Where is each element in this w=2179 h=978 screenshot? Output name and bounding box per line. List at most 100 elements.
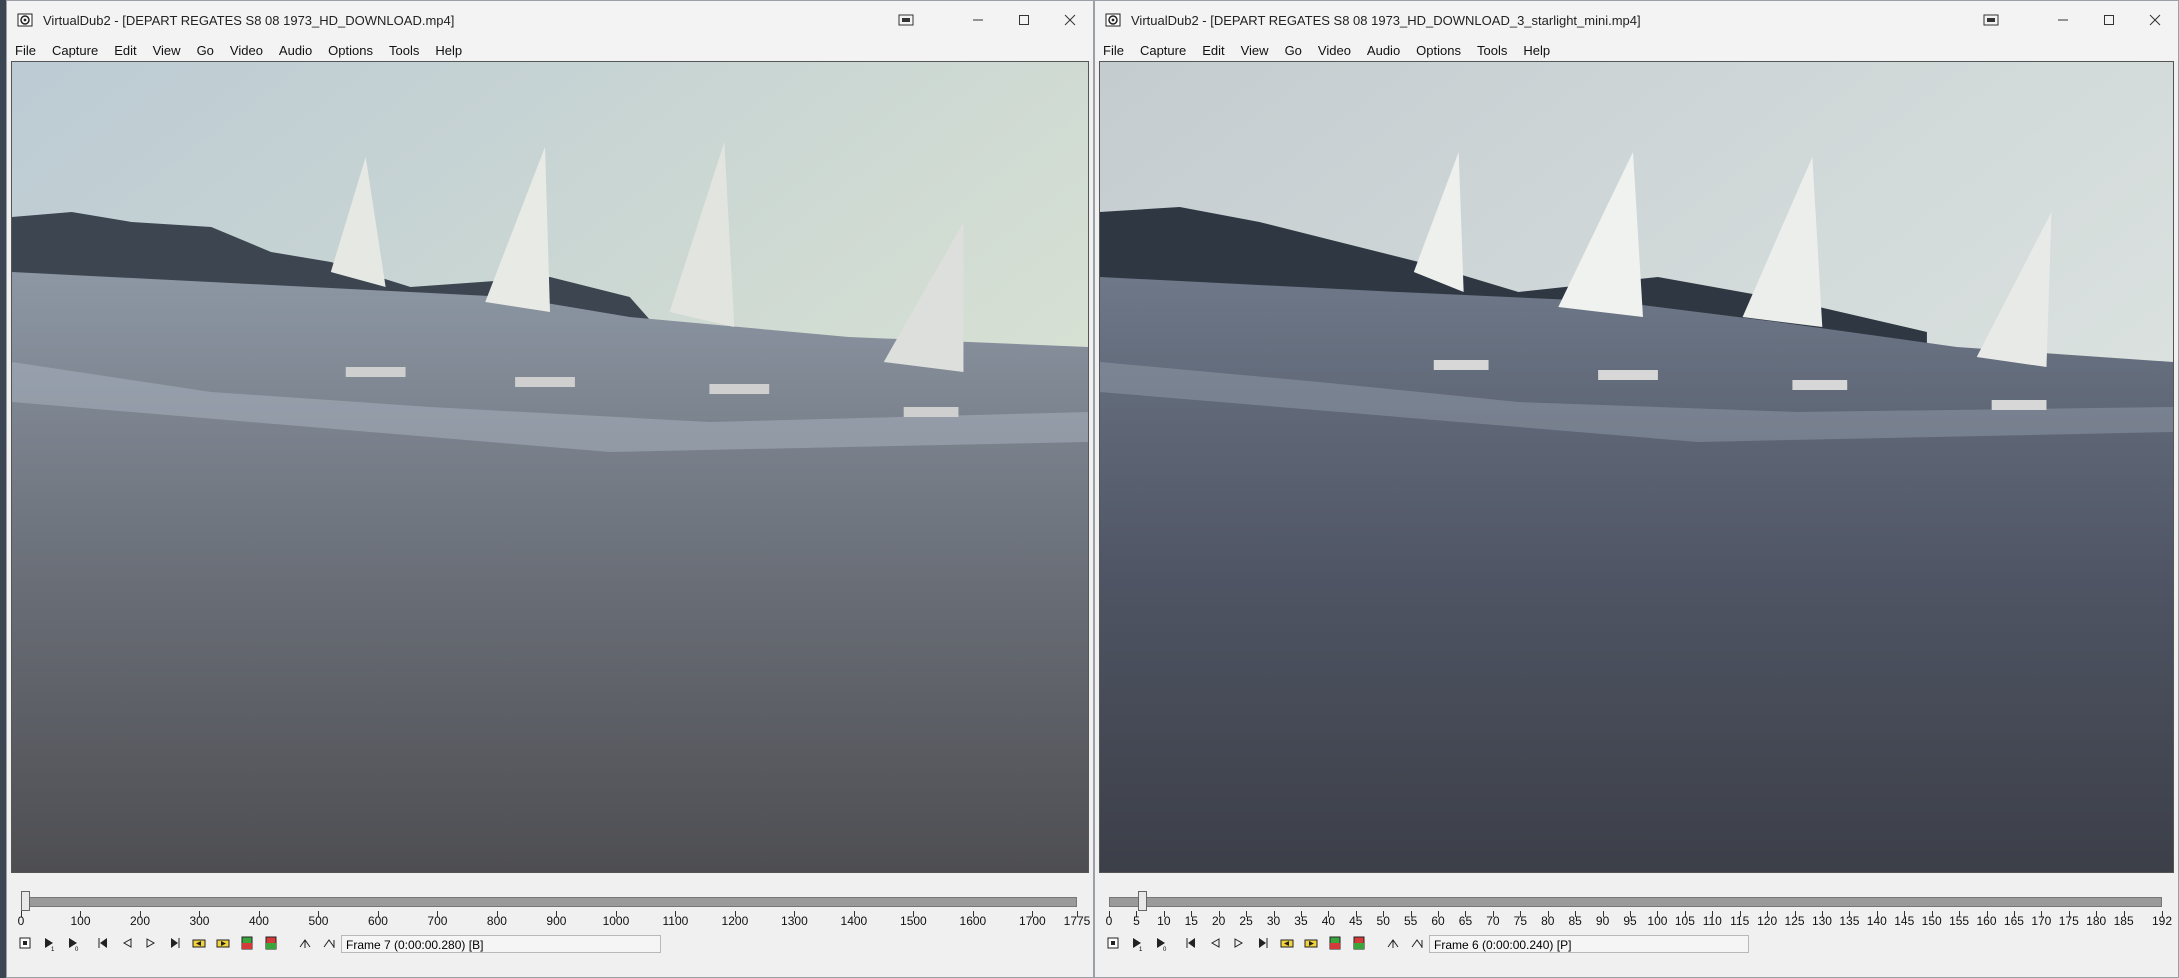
virtualdub-window-original[interactable]: VirtualDub2 - [DEPART REGATES S8 08 1973… bbox=[6, 0, 1094, 978]
close-icon[interactable] bbox=[2132, 1, 2178, 39]
menu-capture[interactable]: Capture bbox=[1132, 43, 1194, 58]
mark-out-icon[interactable] bbox=[1407, 933, 1427, 953]
close-icon[interactable] bbox=[1047, 1, 1093, 39]
timeline-tick-label: 400 bbox=[248, 914, 269, 928]
prev-key-icon[interactable] bbox=[1277, 933, 1297, 953]
menu-video[interactable]: Video bbox=[222, 43, 271, 58]
app-icon[interactable] bbox=[17, 12, 33, 28]
video-frame-image bbox=[12, 62, 1088, 872]
maximize-icon[interactable] bbox=[1001, 1, 1047, 39]
scene-back-icon[interactable] bbox=[1325, 933, 1345, 953]
svg-text:1: 1 bbox=[1139, 947, 1143, 952]
timeline-tick-label: 1300 bbox=[781, 914, 808, 928]
timeline-tick-label: 300 bbox=[189, 914, 210, 928]
menu-view[interactable]: View bbox=[145, 43, 189, 58]
timeline-tick-label: 95 bbox=[1623, 914, 1637, 928]
timeline-tick-label: 1400 bbox=[840, 914, 868, 928]
minimize-icon[interactable] bbox=[955, 1, 1001, 39]
timeline-tick-label: 160 bbox=[1976, 914, 1997, 928]
transport-toolbar: Frame 7 (0:00:00.280) [B] 1 0 bbox=[7, 931, 1093, 955]
trackbar-thumb[interactable] bbox=[21, 891, 31, 911]
start-icon[interactable] bbox=[93, 933, 113, 953]
timeline-tick-label: 800 bbox=[486, 914, 507, 928]
video-frame-image bbox=[1100, 62, 2173, 872]
play-output-icon[interactable]: 0 bbox=[63, 933, 83, 953]
menu-file[interactable]: File bbox=[1095, 43, 1132, 58]
minimize-icon[interactable] bbox=[2040, 1, 2086, 39]
menu-help[interactable]: Help bbox=[1515, 43, 1558, 58]
next-frame-icon[interactable] bbox=[1229, 933, 1249, 953]
scene-back-icon[interactable] bbox=[237, 933, 257, 953]
frame-status: Frame 6 (0:00:00.240) [P] bbox=[1429, 935, 1749, 953]
trackbar-thumb[interactable] bbox=[1137, 891, 1147, 911]
scene-fwd-icon[interactable] bbox=[261, 933, 281, 953]
menu-go[interactable]: Go bbox=[189, 43, 222, 58]
menu-file[interactable]: File bbox=[7, 43, 44, 58]
prev-frame-icon[interactable] bbox=[1205, 933, 1225, 953]
position-trackbar[interactable] bbox=[21, 897, 1077, 907]
virtualdub-window-processed[interactable]: VirtualDub2 - [DEPART REGATES S8 08 1973… bbox=[1094, 0, 2179, 978]
menu-edit[interactable]: Edit bbox=[1194, 43, 1232, 58]
timeline-tick-label: 45 bbox=[1349, 914, 1363, 928]
timeline-tick-label: 105 bbox=[1674, 914, 1695, 928]
menu-bar: File Capture Edit View Go Video Audio Op… bbox=[7, 39, 1093, 61]
menu-tools[interactable]: Tools bbox=[381, 43, 427, 58]
timeline-tick-label: 1200 bbox=[721, 914, 749, 928]
next-frame-icon[interactable] bbox=[141, 933, 161, 953]
menu-view[interactable]: View bbox=[1233, 43, 1277, 58]
timeline-tick-label: 0 bbox=[1105, 914, 1113, 928]
maximize-icon[interactable] bbox=[2086, 1, 2132, 39]
timeline-tick-label: 90 bbox=[1595, 914, 1610, 928]
next-key-icon[interactable] bbox=[1301, 933, 1321, 953]
menu-capture[interactable]: Capture bbox=[44, 43, 106, 58]
menu-go[interactable]: Go bbox=[1277, 43, 1310, 58]
video-pane[interactable] bbox=[11, 61, 1089, 873]
title-bar[interactable]: VirtualDub2 - [DEPART REGATES S8 08 1973… bbox=[7, 1, 1093, 39]
prev-frame-icon[interactable] bbox=[117, 933, 137, 953]
play-output-icon[interactable]: 0 bbox=[1151, 933, 1171, 953]
timeline-tick-label: 70 bbox=[1486, 914, 1500, 928]
timeline-tick-label: 30 bbox=[1266, 914, 1281, 928]
title-bar[interactable]: VirtualDub2 - [DEPART REGATES S8 08 1973… bbox=[1095, 1, 2178, 39]
timeline-tick-label: 1100 bbox=[662, 914, 689, 928]
app-icon[interactable] bbox=[1105, 12, 1121, 28]
menu-audio[interactable]: Audio bbox=[1359, 43, 1408, 58]
menu-tools[interactable]: Tools bbox=[1469, 43, 1515, 58]
timeline-tick-label: 55 bbox=[1403, 914, 1418, 928]
timeline-tick-label: 10 bbox=[1157, 914, 1171, 928]
timeline-tick-label: 35 bbox=[1294, 914, 1308, 928]
window-title: VirtualDub2 - [DEPART REGATES S8 08 1973… bbox=[43, 12, 455, 28]
video-pane[interactable] bbox=[1099, 61, 2174, 873]
position-trackbar[interactable] bbox=[1109, 897, 2162, 907]
mark-out-icon[interactable] bbox=[319, 933, 339, 953]
timeline-tick-label: 1500 bbox=[900, 914, 927, 928]
menu-help[interactable]: Help bbox=[427, 43, 470, 58]
timeline-tick-label: 100 bbox=[1647, 914, 1668, 928]
timeline-tick-label: 1775 bbox=[1063, 914, 1091, 928]
menu-video[interactable]: Video bbox=[1310, 43, 1359, 58]
timeline-tick-label: 15 bbox=[1184, 914, 1198, 928]
menu-options[interactable]: Options bbox=[1408, 43, 1469, 58]
end-icon[interactable] bbox=[165, 933, 185, 953]
timeline-tick-label: 140 bbox=[1866, 914, 1887, 928]
mark-in-icon[interactable] bbox=[1383, 933, 1403, 953]
snap-layout-icon[interactable] bbox=[1968, 1, 2014, 39]
snap-layout-icon[interactable] bbox=[883, 1, 929, 39]
start-icon[interactable] bbox=[1181, 933, 1201, 953]
stop-icon[interactable] bbox=[1103, 933, 1123, 953]
menu-options[interactable]: Options bbox=[320, 43, 381, 58]
end-icon[interactable] bbox=[1253, 933, 1273, 953]
svg-text:0: 0 bbox=[75, 947, 79, 952]
play-input-icon[interactable]: 1 bbox=[1127, 933, 1147, 953]
mark-in-icon[interactable] bbox=[295, 933, 315, 953]
scene-fwd-icon[interactable] bbox=[1349, 933, 1369, 953]
play-input-icon[interactable]: 1 bbox=[39, 933, 59, 953]
timeline-tick-label: 1000 bbox=[602, 914, 630, 928]
menu-audio[interactable]: Audio bbox=[271, 43, 320, 58]
stop-icon[interactable] bbox=[15, 933, 35, 953]
timeline-tick-label: 900 bbox=[546, 914, 567, 928]
timeline-tick-label: 65 bbox=[1458, 914, 1473, 928]
prev-key-icon[interactable] bbox=[189, 933, 209, 953]
next-key-icon[interactable] bbox=[213, 933, 233, 953]
menu-edit[interactable]: Edit bbox=[106, 43, 144, 58]
